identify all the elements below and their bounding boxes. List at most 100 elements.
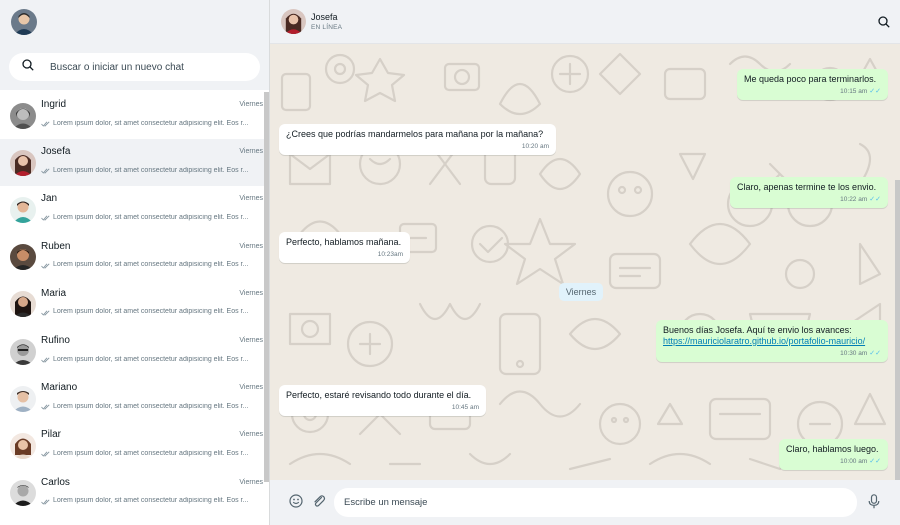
avatar xyxy=(10,338,36,365)
chat-time: Viernes xyxy=(239,289,263,297)
double-check-icon xyxy=(41,161,50,179)
chat-name: Jan xyxy=(41,193,58,205)
chat-item-ruben[interactable]: Ruben Viernes Lorem ipsum dolor, sit amet… xyxy=(0,234,265,281)
chat-time: Viernes xyxy=(239,148,263,156)
double-check-icon xyxy=(41,350,50,368)
message-time: 10:30 am xyxy=(840,350,868,357)
message-time: 10:15 am xyxy=(840,88,868,95)
chat-name: Josefa xyxy=(41,146,71,158)
sidebar-header xyxy=(0,0,269,44)
message-text: Perfecto, hablamos mañana. xyxy=(286,237,402,247)
search-bar xyxy=(0,44,269,90)
message-bubble-outgoing[interactable]: Buenos días Josefa. Aquí te envio los av… xyxy=(656,320,888,362)
avatar xyxy=(10,196,36,223)
avatar xyxy=(10,291,36,318)
double-check-icon xyxy=(41,444,50,462)
emoji-icon[interactable] xyxy=(289,494,303,513)
message-text: Buenos días Josefa. Aquí te envio los av… xyxy=(663,325,852,335)
chat-name: Carlos xyxy=(41,476,70,488)
chat-item-pilar[interactable]: Pilar Viernes Lorem ipsum dolor, sit amet… xyxy=(0,422,265,469)
chat-item-jan[interactable]: Jan Viernes Lorem ipsum dolor, sit amet c… xyxy=(0,186,265,233)
message-bubble-outgoing[interactable]: Claro, hablamos luego. 10:00 am ✓✓ xyxy=(779,439,888,470)
double-check-icon xyxy=(41,303,50,321)
whatsapp-app: Ingrid Viernes Lorem ipsum dolor, sit ame… xyxy=(0,0,900,525)
message-text: Me queda poco para terminarlos. xyxy=(744,74,877,84)
avatar xyxy=(10,102,36,129)
message-bubble-incoming[interactable]: ¿Crees que podrías mandarmelos para maña… xyxy=(279,124,556,155)
chat-scrollbar[interactable] xyxy=(895,180,900,490)
contact-name: Josefa xyxy=(311,12,338,22)
chat-item-rufino[interactable]: Rufino Viernes Lorem ipsum dolor, sit ame… xyxy=(0,328,265,375)
chat-preview: Lorem ipsum dolor, sit amet consectetur … xyxy=(53,213,249,221)
sidebar-scrollbar[interactable] xyxy=(264,92,269,482)
double-check-icon xyxy=(41,208,50,226)
chat-preview: Lorem ipsum dolor, sit amet consectetur … xyxy=(53,449,249,457)
double-check-icon: ✓✓ xyxy=(869,350,881,357)
chat-item-josefa[interactable]: Josefa Viernes Lorem ipsum dolor, sit ame… xyxy=(0,139,265,187)
message-time: 10:20 am xyxy=(521,143,549,150)
double-check-icon: ✓✓ xyxy=(869,196,881,203)
contact-avatar[interactable] xyxy=(281,9,306,34)
chat-name: Mariano xyxy=(41,382,78,394)
search-input[interactable] xyxy=(50,61,240,73)
chat-item-mariano[interactable]: Mariano Viernes Lorem ipsum dolor, sit am… xyxy=(0,375,265,422)
double-check-icon: ✓✓ xyxy=(869,88,881,95)
chat-header[interactable]: Josefa EN LÍNEA xyxy=(270,0,900,44)
avatar xyxy=(10,432,36,459)
chat-preview: Lorem ipsum dolor, sit amet consectetur … xyxy=(53,355,249,363)
chat-name: Pilar xyxy=(41,429,62,441)
message-bubble-incoming[interactable]: Perfecto, estaré revisando todo durante … xyxy=(279,385,486,416)
message-bubble-incoming[interactable]: Perfecto, hablamos mañana. 10:23am xyxy=(279,232,410,263)
message-area[interactable]: Me queda poco para terminarlos. 10:15 am… xyxy=(270,44,900,480)
chat-time: Viernes xyxy=(239,101,263,109)
chat-item-maria[interactable]: Maria Viernes Lorem ipsum dolor, sit amet… xyxy=(0,281,265,328)
chat-preview: Lorem ipsum dolor, sit amet consectetur … xyxy=(53,166,249,174)
message-bubble-outgoing[interactable]: Me queda poco para terminarlos. 10:15 am… xyxy=(737,69,888,100)
message-input[interactable] xyxy=(334,488,857,517)
chat-time: Viernes xyxy=(239,337,263,345)
chat-time: Viernes xyxy=(239,478,263,486)
chat-preview: Lorem ipsum dolor, sit amet consectetur … xyxy=(53,119,249,127)
chat-name: Ruben xyxy=(41,240,71,252)
date-divider: Viernes xyxy=(559,283,603,301)
chat-time: Viernes xyxy=(239,195,263,203)
avatar xyxy=(10,244,36,271)
message-link[interactable]: https://mauriciolaratro.github.io/portaf… xyxy=(663,336,865,346)
chat-preview: Lorem ipsum dolor, sit amet consectetur … xyxy=(53,261,249,269)
double-check-icon xyxy=(41,397,50,415)
message-bubble-outgoing[interactable]: Claro, apenas termine te los envio. 10:2… xyxy=(730,177,888,208)
chat-item-carlos[interactable]: Carlos Viernes Lorem ipsum dolor, sit ame… xyxy=(0,470,265,517)
chat-preview: Lorem ipsum dolor, sit amet consectetur … xyxy=(53,402,249,410)
message-text: Claro, hablamos luego. xyxy=(786,444,879,454)
chat-name: Ingrid xyxy=(41,99,67,111)
microphone-icon[interactable] xyxy=(868,494,880,514)
search-box[interactable] xyxy=(9,53,260,81)
double-check-icon xyxy=(41,256,50,274)
chat-panel: Josefa EN LÍNEA Me queda poco para termi… xyxy=(270,0,900,525)
message-text: ¿Crees que podrías mandarmelos para maña… xyxy=(286,129,544,139)
double-check-icon: ✓✓ xyxy=(869,458,881,465)
message-time: 10:45 am xyxy=(451,404,479,411)
chat-time: Viernes xyxy=(239,431,263,439)
sidebar: Ingrid Viernes Lorem ipsum dolor, sit ame… xyxy=(0,0,270,525)
message-time: 10:23am xyxy=(377,251,403,258)
message-text: Claro, apenas termine te los envio. xyxy=(737,182,877,192)
message-text: Perfecto, estaré revisando todo durante … xyxy=(286,390,472,400)
message-time: 10:22 am xyxy=(840,196,868,203)
chat-preview: Lorem ipsum dolor, sit amet consectetur … xyxy=(53,308,249,316)
double-check-icon xyxy=(41,492,50,510)
chat-item-ingrid[interactable]: Ingrid Viernes Lorem ipsum dolor, sit ame… xyxy=(0,92,265,139)
paperclip-icon[interactable] xyxy=(312,494,326,513)
user-avatar[interactable] xyxy=(11,9,37,35)
search-icon[interactable] xyxy=(22,58,34,76)
chat-name: Maria xyxy=(41,287,67,299)
chat-preview: Lorem ipsum dolor, sit amet consectetur … xyxy=(53,497,249,505)
contact-status: EN LÍNEA xyxy=(311,24,343,31)
chat-name: Rufino xyxy=(41,335,70,347)
chat-list: Ingrid Viernes Lorem ipsum dolor, sit ame… xyxy=(0,92,265,517)
message-composer xyxy=(270,480,900,525)
avatar xyxy=(10,385,36,412)
search-icon[interactable] xyxy=(878,15,890,33)
chat-time: Viernes xyxy=(239,242,263,250)
chat-time: Viernes xyxy=(239,384,263,392)
